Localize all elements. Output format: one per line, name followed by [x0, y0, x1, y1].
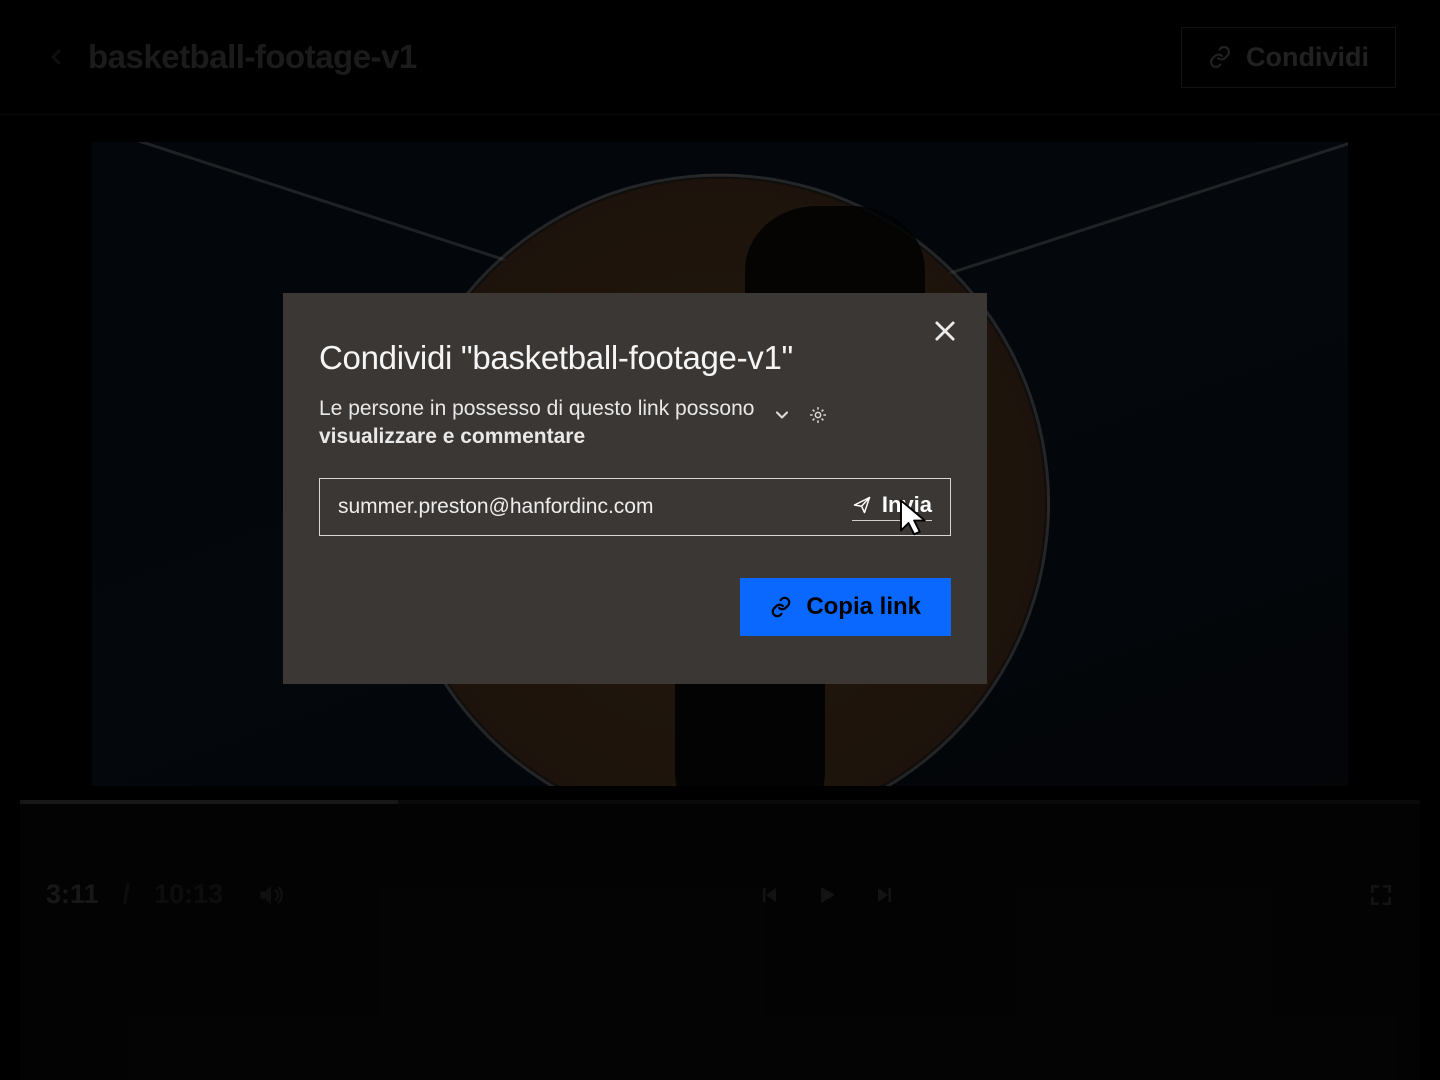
- permission-prefix: Le persone in possesso di questo link po…: [319, 397, 754, 420]
- copy-link-button[interactable]: Copia link: [740, 578, 951, 636]
- permission-text: Le persone in possesso di questo link po…: [319, 395, 754, 452]
- email-input-container: Invia: [319, 478, 951, 536]
- send-button[interactable]: Invia: [852, 492, 932, 521]
- modal-title: Condividi "basketball-footage-v1": [319, 339, 951, 377]
- gear-icon[interactable]: [808, 405, 828, 425]
- share-modal: Condividi "basketball-footage-v1" Le per…: [283, 293, 987, 684]
- chevron-down-icon[interactable]: [772, 405, 792, 425]
- close-icon[interactable]: [931, 317, 959, 345]
- send-button-label: Invia: [882, 492, 932, 518]
- copy-link-label: Copia link: [806, 593, 921, 621]
- link-icon: [770, 596, 792, 618]
- paper-plane-icon: [852, 495, 872, 515]
- permission-value: visualizzare e commentare: [319, 423, 754, 451]
- email-field[interactable]: [338, 495, 840, 519]
